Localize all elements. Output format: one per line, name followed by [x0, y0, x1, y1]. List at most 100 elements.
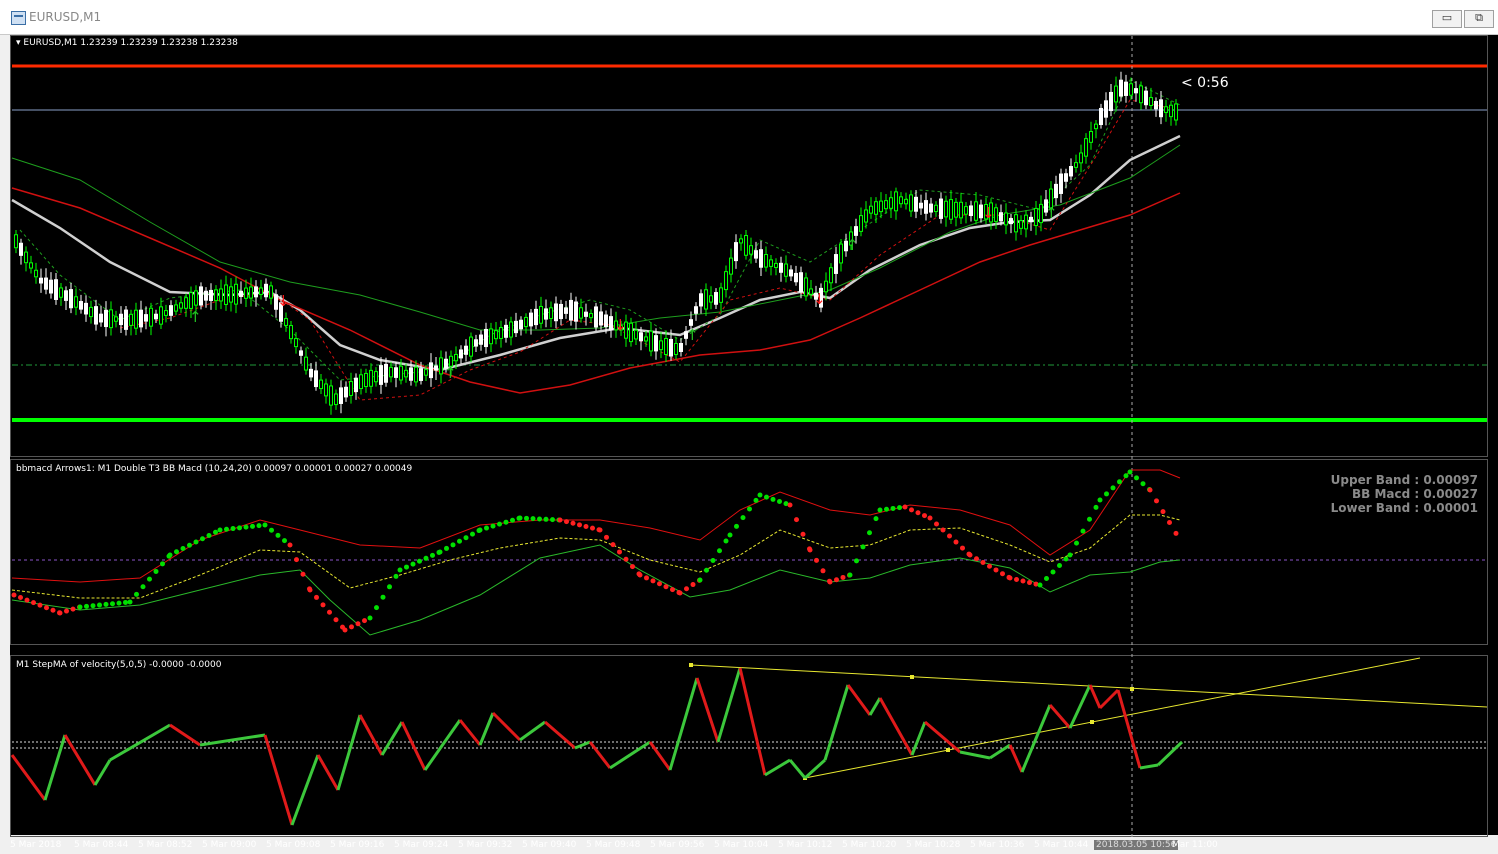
upper-band-value: Upper Band : 0.00097	[1330, 473, 1478, 487]
candle-body	[264, 283, 268, 298]
bb-macd-value: BB Macd : 0.00027	[1351, 487, 1478, 501]
macd-dot	[1037, 582, 1043, 588]
macd-dot	[697, 577, 703, 583]
candle-body	[714, 292, 718, 305]
macd-upper-band	[11, 469, 1181, 583]
candle-body	[149, 307, 153, 327]
candle-body	[474, 339, 478, 347]
candle-body	[119, 313, 123, 326]
candle-body	[674, 342, 678, 356]
macd-dot	[300, 571, 306, 577]
candle-body	[1154, 100, 1158, 110]
macd-dot	[262, 522, 268, 528]
trendline-anchor	[689, 663, 693, 667]
macd-dot	[583, 524, 589, 529]
candle-body	[1144, 90, 1148, 106]
candle-body	[949, 199, 953, 220]
candle-body	[69, 289, 73, 309]
candle-body	[664, 338, 668, 355]
time-axis-tick: 5 Mar 10:28	[906, 840, 961, 850]
macd-dot	[90, 603, 96, 609]
candle-body	[174, 304, 178, 312]
candle-body	[339, 387, 343, 404]
macd-dot	[953, 539, 959, 545]
candle-body	[1169, 104, 1173, 118]
candle-body	[804, 277, 808, 297]
macd-dot	[517, 515, 523, 521]
macd-dot	[1074, 540, 1079, 546]
macd-dot	[1117, 479, 1122, 485]
macd-dot	[1097, 497, 1103, 503]
macd-dot	[867, 530, 872, 536]
macd-dot	[206, 533, 212, 538]
candles	[14, 71, 1178, 415]
candle-body	[1059, 173, 1063, 194]
candle-body	[314, 370, 318, 388]
velocity-segment	[1068, 684, 1092, 729]
macd-dot	[1147, 487, 1153, 493]
candle-body	[964, 206, 968, 215]
candle-body	[794, 272, 798, 283]
candle-body	[1114, 85, 1118, 103]
velocity-segment	[1156, 740, 1184, 767]
candle-body	[519, 319, 523, 330]
candle-body	[1099, 107, 1103, 126]
candle-body	[1159, 99, 1163, 118]
velocity-segment	[1020, 704, 1052, 773]
candle-body	[749, 245, 753, 255]
candle-body	[424, 369, 428, 376]
candle-body	[554, 303, 558, 322]
candle-body	[1089, 130, 1093, 143]
candle-body	[1039, 203, 1043, 224]
candle-body	[784, 263, 788, 277]
macd-dot	[710, 558, 716, 563]
macd-dot	[256, 523, 262, 529]
macd-dot	[430, 552, 435, 558]
candle-body	[769, 259, 773, 267]
bar-countdown: < 0:56	[1181, 75, 1229, 91]
macd-dot	[294, 557, 299, 563]
macd-dot	[915, 510, 921, 516]
candle-body	[224, 284, 228, 305]
candle-body	[569, 299, 573, 321]
candle-body	[974, 201, 978, 221]
candle-body	[484, 328, 488, 348]
macd-dot	[847, 572, 853, 578]
candle-body	[694, 306, 698, 314]
candle-body	[634, 329, 638, 340]
candle-body	[1024, 214, 1028, 230]
macd-dot	[1080, 528, 1086, 534]
macd-dot	[834, 577, 839, 583]
macd-dot	[764, 494, 769, 500]
velocity-indicator-label: M1 StepMA of velocity(5,0,5) -0.0000 -0.…	[16, 660, 222, 670]
candle-body	[354, 377, 358, 393]
macd-dot	[333, 617, 339, 623]
macd-dots	[11, 469, 1179, 633]
velocity-segment	[823, 684, 850, 761]
macd-dot	[1044, 576, 1049, 581]
candle-body	[159, 306, 163, 325]
macd-dot	[1127, 469, 1133, 475]
velocity-segment	[648, 741, 672, 771]
candle-body	[104, 309, 108, 328]
candle-body	[439, 357, 443, 375]
buy-arrow-icon: ↑	[444, 364, 457, 382]
macd-dot	[757, 492, 763, 498]
macd-dot	[1000, 571, 1005, 577]
candle-body	[939, 198, 943, 219]
candle-body	[659, 340, 663, 351]
time-axis-tick: 5 Mar 09:08	[266, 840, 321, 850]
candle-body	[914, 196, 918, 212]
trendline-anchor	[1090, 720, 1094, 724]
trendline-anchor	[946, 748, 950, 752]
macd-dot	[153, 568, 159, 574]
candle-body	[434, 365, 438, 371]
macd-dot	[410, 561, 416, 567]
candle-body	[99, 313, 103, 323]
candle-body	[429, 362, 433, 379]
macd-mid-band	[11, 514, 1181, 599]
macd-dot	[327, 609, 332, 615]
time-axis-tick: 5 Mar 08:52	[138, 840, 193, 850]
collapse-triangle-icon[interactable]: ▾	[16, 38, 21, 48]
candle-body	[1134, 88, 1138, 94]
